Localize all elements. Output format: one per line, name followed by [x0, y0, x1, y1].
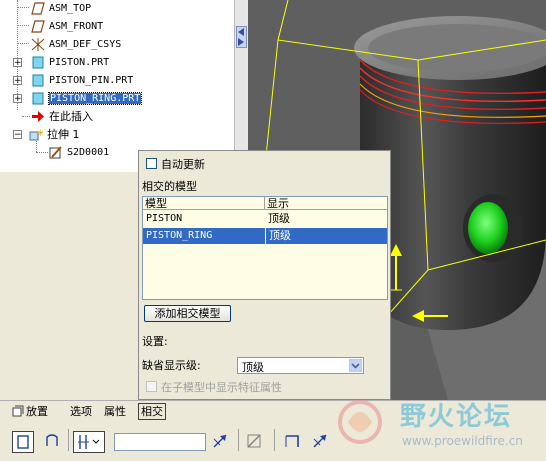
tree-item-label: PISTON_RING.PRT [47, 91, 143, 105]
tree-item-label: 在此插入 [49, 110, 93, 123]
tab-intersect[interactable]: 相交 [138, 403, 166, 420]
collapse-toggle[interactable]: − [13, 130, 22, 140]
row-display-cell: 顶级 [268, 212, 290, 225]
toolbar-separator [238, 429, 239, 451]
chevron-down-icon[interactable] [349, 359, 362, 372]
flip-direction-button[interactable] [210, 431, 232, 453]
tree-connector [17, 25, 29, 26]
coordinate-system-icon [31, 37, 45, 51]
tree-item-piston-prt[interactable]: PISTON.PRT [31, 54, 109, 70]
show-feature-attributes-checkbox[interactable] [146, 381, 157, 392]
auto-update-checkbox[interactable] [146, 158, 157, 169]
part-icon [31, 56, 45, 69]
expand-toggle[interactable]: + [13, 94, 22, 104]
settings-label: 设置: [142, 335, 168, 348]
intersect-models-table[interactable]: 模型 显示 PISTON 顶级 PISTON_RING 顶级 [142, 196, 388, 300]
tree-item-label: ASM_DEF_CSYS [49, 38, 122, 50]
part-icon [31, 92, 45, 105]
piston-pin-highlight [468, 202, 508, 254]
tree-item-insert-here[interactable]: 在此插入 [31, 108, 93, 124]
expand-toggle[interactable]: + [13, 76, 22, 86]
tree-item-asm-def-csys[interactable]: ASM_DEF_CSYS [31, 36, 121, 52]
remove-material-button[interactable] [244, 431, 266, 453]
expand-toggle[interactable]: + [13, 58, 22, 68]
tree-item-label: 拉伸 1 [47, 128, 80, 141]
default-display-level-select[interactable]: 顶级 [237, 357, 364, 374]
svg-text:✳: ✳ [37, 129, 43, 139]
tree-item-sketch[interactable]: S2D0001 [49, 144, 109, 160]
thicken-button[interactable] [282, 431, 302, 453]
tree-connector [36, 152, 48, 153]
default-display-level-label: 缺省显示级: [142, 359, 201, 372]
tree-item-asm-top[interactable]: ASM_TOP [31, 0, 91, 16]
toolbar-separator [68, 429, 69, 451]
panel-collapse-arrows-icon[interactable] [236, 28, 246, 46]
tab-properties[interactable]: 属性 [104, 403, 126, 420]
tree-item-label: PISTON.PRT [49, 56, 110, 68]
sketch-icon [49, 145, 63, 159]
model-tree[interactable]: ASM_TOP ASM_FRONT ASM_DEF_CSYS + PISTON.… [0, 0, 234, 172]
depth-value-input[interactable] [114, 433, 206, 451]
table-row[interactable]: PISTON_RING 顶级 [143, 228, 387, 244]
datum-plane-icon [31, 1, 45, 15]
table-row[interactable]: PISTON 顶级 [143, 211, 387, 227]
auto-update-label: 自动更新 [161, 158, 205, 171]
row-display-cell: 顶级 [265, 228, 291, 244]
intersect-models-title: 相交的模型 [142, 180, 197, 193]
tree-item-label: ASM_TOP [49, 2, 92, 14]
flip-thicken-icon [313, 434, 327, 448]
show-feature-attributes-label: 在子模型中显示特征属性 [161, 381, 282, 394]
column-header-model[interactable]: 模型 [143, 197, 265, 210]
tree-item-label: PISTON_PIN.PRT [49, 74, 134, 86]
solid-extrude-button[interactable] [12, 431, 34, 453]
tree-item-label: ASM_FRONT [49, 20, 104, 32]
selected-value: 顶级 [242, 361, 264, 374]
tab-placement[interactable]: 放置 [12, 403, 48, 420]
dashboard: 放置 选项 属性 相交 [0, 400, 546, 459]
row-model-cell: PISTON_RING [146, 230, 213, 241]
surface-extrude-icon [46, 434, 58, 446]
tree-item-label: S2D0001 [67, 146, 110, 158]
tree-item-piston-pin-prt[interactable]: PISTON_PIN.PRT [31, 72, 133, 88]
solid-extrude-icon [17, 435, 29, 449]
toolbar-separator [274, 429, 275, 451]
tree-connector [22, 116, 30, 117]
tree-item-extrude-1[interactable]: ✳ 拉伸 1 [29, 126, 80, 142]
intersect-panel: 自动更新 相交的模型 模型 显示 PISTON 顶级 PISTON_RING 顶… [138, 150, 391, 400]
tab-options[interactable]: 选项 [70, 403, 92, 420]
tree-item-asm-front[interactable]: ASM_FRONT [31, 18, 103, 34]
insert-here-arrow-icon [31, 110, 45, 123]
thicken-icon [285, 435, 299, 447]
remove-material-icon [247, 434, 261, 448]
flip-direction-icon [213, 434, 227, 448]
depth-option-button[interactable] [73, 431, 105, 453]
row-model-cell: PISTON [146, 213, 183, 224]
flip-thicken-button[interactable] [310, 431, 332, 453]
depth-blind-icon [78, 435, 100, 449]
tree-item-piston-ring-prt[interactable]: PISTON_RING.PRT [31, 90, 143, 106]
placement-icon [12, 405, 24, 417]
add-intersect-model-button[interactable]: 添加相交模型 [144, 305, 231, 322]
datum-plane-icon [31, 19, 45, 33]
surface-extrude-button[interactable] [42, 431, 62, 453]
tree-connector [17, 43, 29, 44]
tree-scrollbar[interactable] [234, 0, 247, 172]
column-header-display[interactable]: 显示 [265, 197, 387, 210]
extrude-feature-icon: ✳ [29, 128, 45, 141]
part-icon [31, 74, 45, 87]
tree-connector [17, 7, 29, 8]
